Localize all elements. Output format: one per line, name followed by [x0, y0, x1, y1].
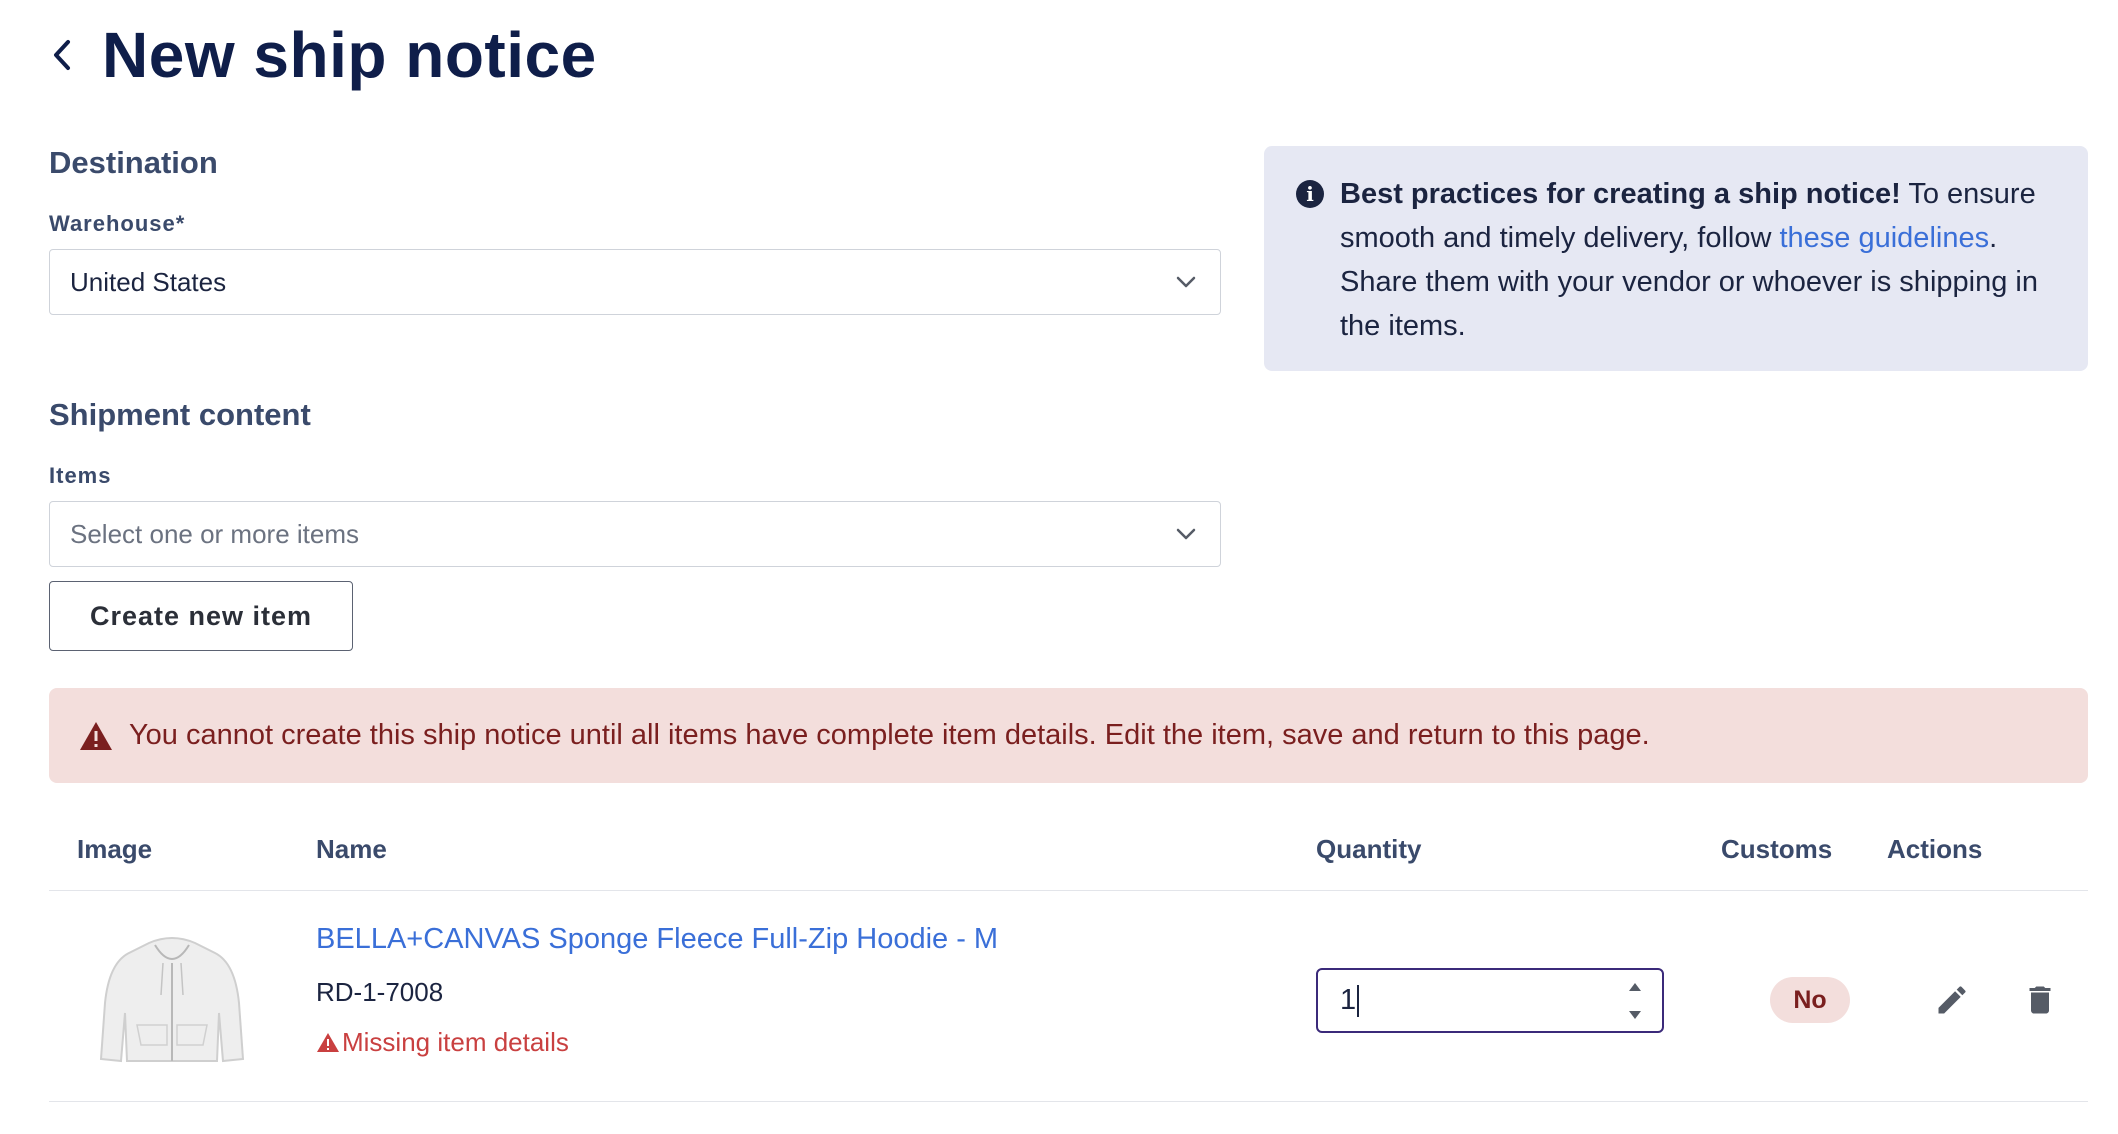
guidelines-link[interactable]: these guidelines: [1779, 222, 1989, 254]
table-row: BELLA+CANVAS Sponge Fleece Full-Zip Hood…: [49, 891, 2088, 1102]
error-alert: You cannot create this ship notice until…: [49, 688, 2088, 783]
create-new-item-button[interactable]: Create new item: [49, 581, 353, 651]
ship-notice-page: New ship notice Destination Warehouse* U…: [0, 0, 2118, 1134]
warehouse-value: United States: [70, 266, 227, 297]
quantity-stepper[interactable]: [1624, 982, 1646, 1020]
items-placeholder: Select one or more items: [70, 518, 360, 549]
item-sku: RD-1-7008: [316, 977, 444, 1007]
missing-details-warning: Missing item details: [316, 1027, 569, 1058]
customs-badge: No: [1770, 977, 1850, 1023]
column-header-actions: Actions: [1887, 834, 1983, 864]
hoodie-thumbnail: [99, 937, 245, 1063]
text-cursor: [1357, 984, 1360, 1017]
shipment-content-title: Shipment content: [49, 397, 311, 432]
edit-icon[interactable]: [1929, 977, 1975, 1023]
warning-icon: [80, 721, 112, 750]
info-heading: Best practices for creating a ship notic…: [1340, 178, 1901, 210]
column-header-name: Name: [316, 834, 387, 864]
warehouse-select[interactable]: United States: [49, 249, 1221, 315]
chevron-down-icon: [1176, 276, 1196, 288]
stepper-up-icon[interactable]: [1628, 982, 1642, 992]
best-practices-info-box: i Best practices for creating a ship not…: [1264, 146, 2088, 371]
items-label: Items: [49, 463, 112, 488]
alert-message: You cannot create this ship notice until…: [129, 719, 1650, 751]
quantity-value: 1: [1340, 984, 1357, 1016]
items-table: Image Name Quantity Customs Actions BELL…: [49, 810, 2088, 1102]
warehouse-label: Warehouse*: [49, 211, 186, 236]
missing-details-text: Missing item details: [342, 1027, 569, 1057]
destination-title: Destination: [49, 145, 218, 180]
column-header-customs: Customs: [1721, 834, 1833, 864]
delete-icon[interactable]: [2017, 977, 2063, 1023]
warning-icon: [317, 1033, 339, 1052]
item-name-link[interactable]: BELLA+CANVAS Sponge Fleece Full-Zip Hood…: [316, 923, 998, 956]
page-header: New ship notice: [40, 10, 597, 100]
chevron-left-icon[interactable]: [40, 33, 84, 77]
info-icon: i: [1296, 180, 1324, 208]
form-column: Destination Warehouse* United States Shi…: [49, 145, 1221, 651]
table-header: Image Name Quantity Customs Actions: [49, 810, 2088, 891]
column-header-image: Image: [77, 834, 153, 864]
quantity-input[interactable]: 1: [1316, 968, 1664, 1033]
items-select[interactable]: Select one or more items: [49, 501, 1221, 567]
stepper-down-icon[interactable]: [1628, 1010, 1642, 1020]
chevron-down-icon: [1176, 528, 1196, 540]
column-header-quantity: Quantity: [1316, 834, 1422, 864]
page-title: New ship notice: [102, 19, 597, 91]
